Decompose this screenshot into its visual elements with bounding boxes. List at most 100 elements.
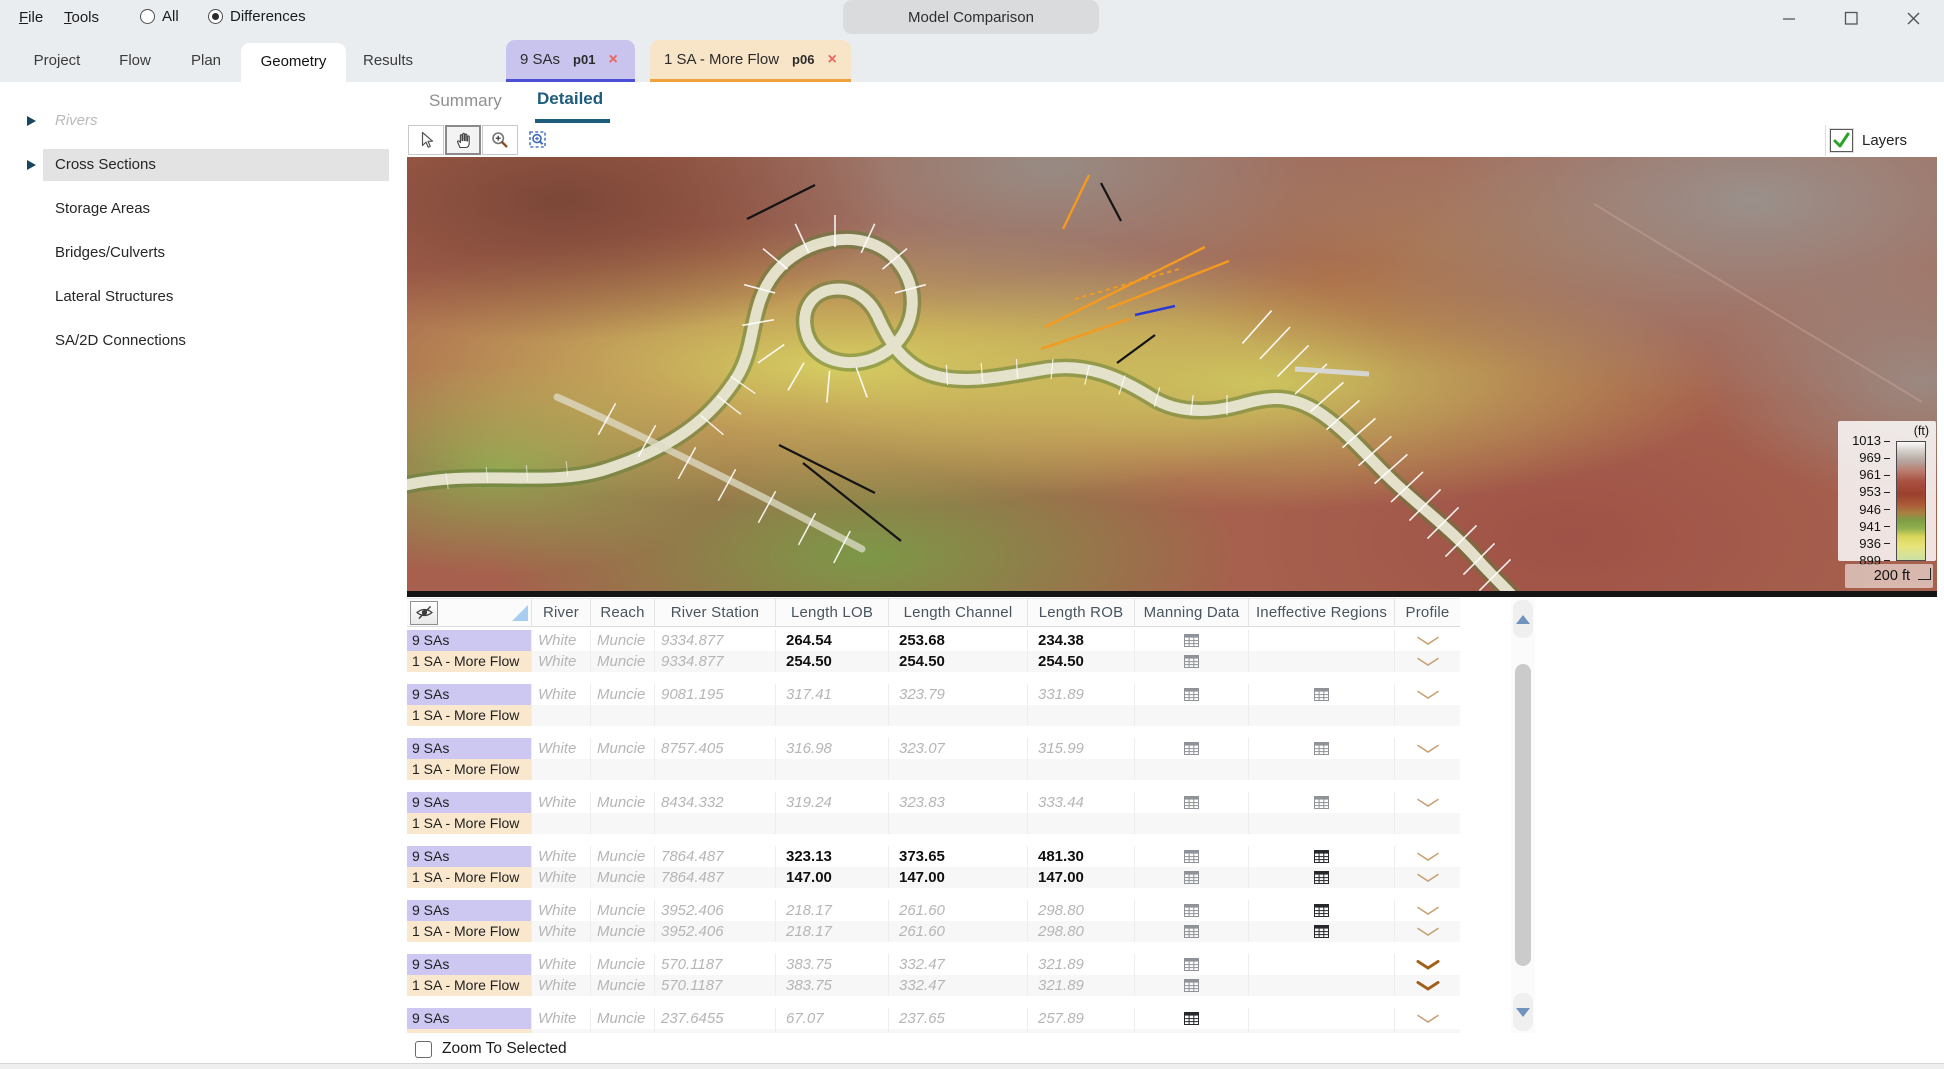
scrollbar-thumb[interactable] (1515, 664, 1531, 966)
table-row[interactable]: 1 SA - More FlowWhiteMuncie3952.406218.1… (407, 921, 1460, 942)
table-scrollbar[interactable] (1511, 598, 1535, 1033)
grid-table-icon[interactable] (1184, 850, 1199, 863)
grid-table-icon[interactable] (1184, 688, 1199, 701)
menu-file[interactable]: File (19, 9, 43, 26)
sidebar-item-sa-2d-connections[interactable]: SA/2D Connections (0, 325, 407, 357)
profile-chevron-icon[interactable] (1416, 636, 1440, 646)
grid-table-icon[interactable] (1184, 1012, 1199, 1025)
radio-all-circle-icon[interactable] (140, 9, 155, 24)
menu-tools[interactable]: Tools (64, 9, 99, 26)
table-row[interactable]: 1 SA - More Flow (407, 813, 1460, 834)
tab-results[interactable]: Results (352, 40, 424, 82)
close-plan-icon[interactable]: × (827, 52, 836, 68)
grid-table-icon[interactable] (1184, 871, 1199, 884)
zoom-in-tool-button[interactable] (482, 125, 518, 155)
eye-hidden-icon[interactable] (410, 601, 438, 625)
tab-summary[interactable]: Summary (429, 91, 502, 111)
table-row[interactable]: 9 SAsWhiteMuncie8434.332319.24323.83333.… (407, 792, 1460, 813)
column-header-manning-data[interactable]: Manning Data (1134, 599, 1248, 626)
profile-chevron-icon[interactable] (1416, 927, 1440, 937)
sort-indicator-icon[interactable] (512, 605, 528, 621)
table-row[interactable]: 1 SA - More Flow (407, 1029, 1460, 1033)
layers-button[interactable]: Layers (1825, 125, 1929, 156)
layers-checkbox[interactable] (1830, 129, 1853, 152)
tab-plan[interactable]: Plan (178, 40, 234, 82)
table-row[interactable]: 1 SA - More FlowWhiteMuncie9334.877254.5… (407, 651, 1460, 672)
tab-flow[interactable]: Flow (106, 40, 164, 82)
column-header-length-lob[interactable]: Length LOB (775, 599, 888, 626)
profile-chevron-icon[interactable] (1416, 690, 1440, 700)
grid-table-icon[interactable] (1184, 742, 1199, 755)
terrain-map[interactable]: (ft) 1013969961953946941936899 200 ft (407, 157, 1937, 591)
table-row[interactable]: 9 SAsWhiteMuncie7864.487323.13373.65481.… (407, 846, 1460, 867)
grid-table-icon[interactable] (1184, 904, 1199, 917)
tab-project[interactable]: Project (24, 40, 90, 82)
expand-arrow-icon[interactable] (27, 116, 36, 126)
radio-differences[interactable]: Differences (208, 8, 306, 25)
table-row[interactable]: 9 SAsWhiteMuncie3952.406218.17261.60298.… (407, 900, 1460, 921)
table-row[interactable]: 9 SAsWhiteMuncie9081.195317.41323.79331.… (407, 684, 1460, 705)
grid-table-icon[interactable] (1184, 958, 1199, 971)
column-header-river[interactable]: River (531, 599, 590, 626)
maximize-button[interactable] (1820, 0, 1882, 36)
profile-chevron-icon[interactable] (1416, 906, 1440, 916)
table-row[interactable]: 9 SAsWhiteMuncie570.1187383.75332.47321.… (407, 954, 1460, 975)
table-row[interactable]: 1 SA - More FlowWhiteMuncie7864.487147.0… (407, 867, 1460, 888)
scroll-down-button[interactable] (1513, 993, 1533, 1031)
grid-table-icon[interactable] (1314, 871, 1329, 884)
table-row[interactable]: 1 SA - More FlowWhiteMuncie570.1187383.7… (407, 975, 1460, 996)
empty-cell (1134, 813, 1248, 834)
radio-all[interactable]: All (140, 8, 179, 25)
table-row[interactable]: 9 SAsWhiteMuncie9334.877264.54253.68234.… (407, 630, 1460, 651)
column-header-reach[interactable]: Reach (590, 599, 654, 626)
profile-chevron-icon[interactable] (1416, 981, 1440, 991)
zoom-to-selected-checkbox[interactable] (415, 1041, 432, 1058)
plan-tab-1sa-more-flow[interactable]: 1 SA - More Flow p06 × (650, 40, 851, 82)
close-button[interactable] (1882, 0, 1944, 36)
grid-table-icon[interactable] (1184, 634, 1199, 647)
sidebar-item-bridges-culverts[interactable]: Bridges/Culverts (0, 237, 407, 269)
select-tool-button[interactable] (408, 125, 444, 155)
minimize-button[interactable] (1758, 0, 1820, 36)
column-header-ineffective-regions[interactable]: Ineffective Regions (1248, 599, 1394, 626)
radio-differences-circle-icon[interactable] (208, 9, 223, 24)
zoom-region-tool-button[interactable] (520, 125, 556, 155)
profile-chevron-icon[interactable] (1416, 798, 1440, 808)
sidebar-item-lateral-structures[interactable]: Lateral Structures (0, 281, 407, 313)
table-row[interactable]: 9 SAsWhiteMuncie8757.405316.98323.07315.… (407, 738, 1460, 759)
profile-chevron-icon[interactable] (1416, 1014, 1440, 1024)
profile-chevron-icon[interactable] (1416, 852, 1440, 862)
table-row[interactable]: 9 SAsWhiteMuncie237.645567.07237.65257.8… (407, 1008, 1460, 1029)
column-header-length-rob[interactable]: Length ROB (1027, 599, 1134, 626)
grid-table-icon[interactable] (1184, 655, 1199, 668)
profile-chevron-icon[interactable] (1416, 657, 1440, 667)
tab-detailed[interactable]: Detailed (537, 89, 603, 109)
scroll-up-button[interactable] (1513, 600, 1533, 638)
visibility-column-header[interactable] (407, 599, 531, 626)
column-header-profile[interactable]: Profile (1394, 599, 1460, 626)
profile-chevron-icon[interactable] (1416, 960, 1440, 970)
profile-chevron-icon[interactable] (1416, 744, 1440, 754)
table-row[interactable]: 1 SA - More Flow (407, 705, 1460, 726)
grid-table-icon[interactable] (1184, 979, 1199, 992)
grid-table-icon[interactable] (1314, 904, 1329, 917)
profile-chevron-icon[interactable] (1416, 873, 1440, 883)
tab-geometry[interactable]: Geometry (241, 43, 346, 82)
plan-tab-9sas[interactable]: 9 SAs p01 × (506, 40, 635, 82)
grid-table-icon[interactable] (1184, 925, 1199, 938)
grid-table-icon[interactable] (1314, 796, 1329, 809)
sidebar-item-rivers[interactable]: Rivers (0, 105, 407, 137)
sidebar-item-storage-areas[interactable]: Storage Areas (0, 193, 407, 225)
grid-table-icon[interactable] (1314, 688, 1329, 701)
table-row[interactable]: 1 SA - More Flow (407, 759, 1460, 780)
column-header-river-station[interactable]: River Station (654, 599, 775, 626)
column-header-length-channel[interactable]: Length Channel (888, 599, 1027, 626)
grid-table-icon[interactable] (1314, 742, 1329, 755)
sidebar-item-cross-sections[interactable]: Cross Sections (0, 149, 407, 181)
grid-table-icon[interactable] (1184, 796, 1199, 809)
close-plan-icon[interactable]: × (608, 52, 617, 68)
grid-table-icon[interactable] (1314, 925, 1329, 938)
expand-arrow-icon[interactable] (27, 160, 36, 170)
grid-table-icon[interactable] (1314, 850, 1329, 863)
pan-tool-button[interactable] (445, 125, 481, 155)
